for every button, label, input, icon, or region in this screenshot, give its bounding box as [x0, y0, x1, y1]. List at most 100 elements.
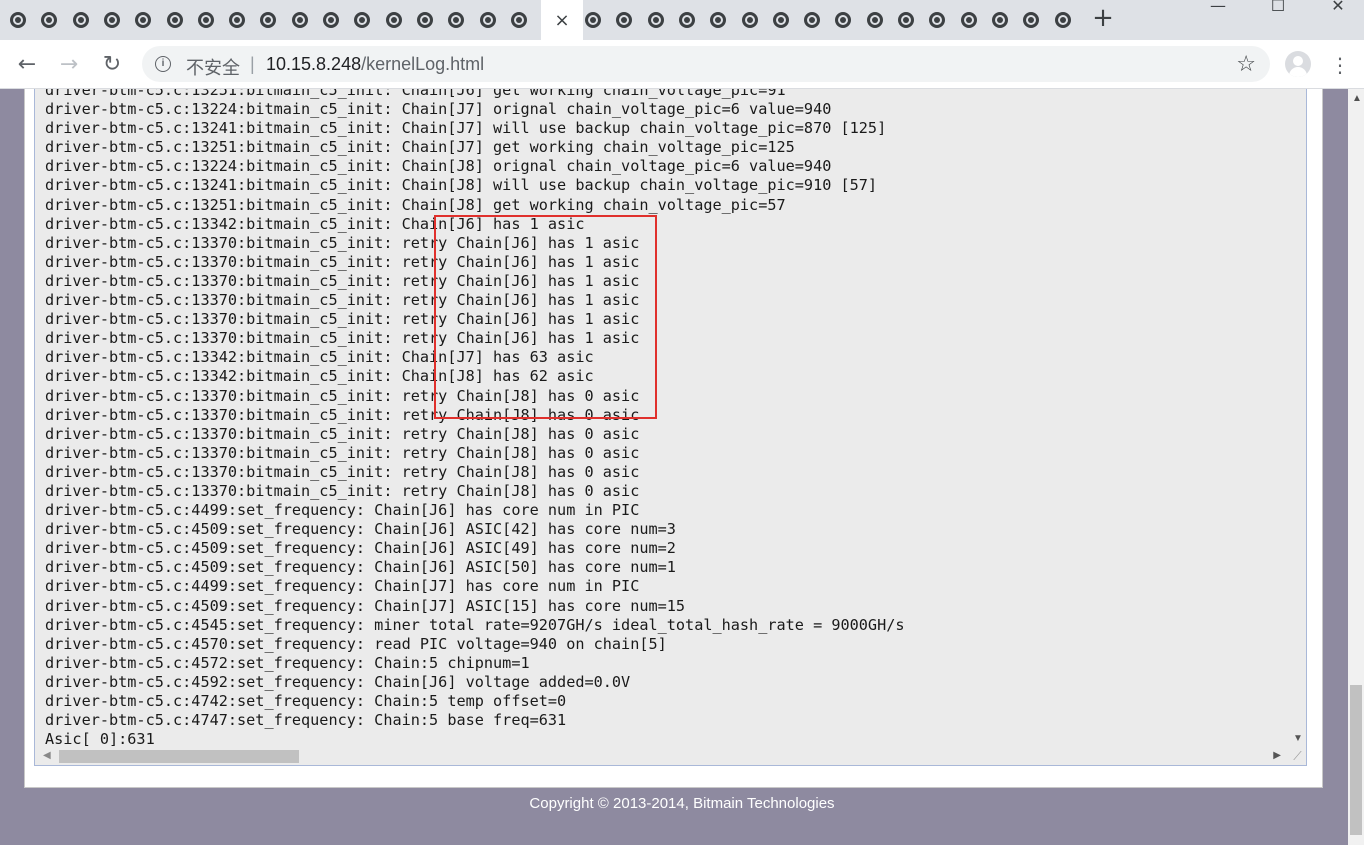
tab-inactive[interactable] [678, 0, 695, 40]
tab-favicon-icon [72, 12, 89, 28]
tab-favicon-icon [898, 12, 914, 28]
new-tab-button[interactable]: + [1091, 4, 1115, 32]
log-line: driver-btm-c5.c:4742:set_frequency: Chai… [45, 692, 567, 710]
tab-inactive[interactable] [385, 0, 402, 40]
tab-favicon-icon [710, 12, 727, 28]
tab-favicon-icon [166, 12, 183, 28]
tab-inactive[interactable] [354, 0, 371, 40]
tab-inactive[interactable] [260, 0, 277, 40]
tab-inactive[interactable] [510, 0, 527, 40]
tab-inactive[interactable] [479, 0, 496, 40]
tab-favicon-icon [260, 12, 277, 28]
tab-inactive[interactable] [585, 0, 601, 40]
tab-inactive[interactable] [929, 0, 946, 40]
tab-inactive[interactable] [291, 0, 308, 40]
separator: | [250, 54, 255, 74]
content-panel: driver-btm-c5.c:13251:bitmain_c5_init: C… [24, 89, 1323, 788]
tab-favicon-icon [323, 12, 339, 28]
tab-active[interactable]: × [541, 0, 583, 40]
kernel-log-text: driver-btm-c5.c:13251:bitmain_c5_init: C… [45, 89, 905, 749]
tab-favicon-icon [385, 12, 402, 28]
page-vertical-scrollbar[interactable]: ▲ [1348, 89, 1364, 845]
tab-favicon-icon [678, 12, 695, 28]
tab-inactive[interactable] [741, 0, 758, 40]
tab-inactive[interactable] [710, 0, 727, 40]
minimize-button[interactable]: — [1196, 0, 1240, 18]
tab-favicon-icon [1054, 12, 1071, 28]
tab-favicon-icon [416, 12, 433, 28]
tab-favicon-icon [354, 12, 371, 28]
back-button[interactable]: ← [14, 52, 40, 78]
scroll-right-arrow-icon[interactable]: ▶ [1273, 750, 1281, 761]
bookmark-star-icon[interactable]: ☆ [1236, 52, 1256, 77]
log-horizontal-scrollbar[interactable]: ◀ ▶ [35, 748, 1289, 765]
info-icon[interactable]: i [155, 56, 171, 72]
tab-favicon-icon [804, 12, 821, 28]
log-line: driver-btm-c5.c:13370:bitmain_c5_init: r… [45, 424, 640, 443]
log-line: driver-btm-c5.c:4545:set_frequency: mine… [45, 615, 905, 634]
log-line: driver-btm-c5.c:13370:bitmain_c5_init: r… [45, 462, 640, 481]
tab-favicon-icon [960, 12, 977, 28]
close-tab-icon[interactable]: × [554, 10, 569, 31]
profile-avatar-icon[interactable] [1285, 51, 1311, 77]
tab-inactive[interactable] [416, 0, 433, 40]
reload-button[interactable]: ↻ [99, 52, 125, 78]
url-text[interactable]: 10.15.8.248/kernelLog.html [266, 54, 484, 75]
scroll-left-arrow-icon[interactable]: ◀ [43, 750, 51, 761]
resize-grip-icon[interactable]: ⟋ [1289, 748, 1306, 765]
log-line: driver-btm-c5.c:13241:bitmain_c5_init: C… [45, 119, 887, 138]
log-line: driver-btm-c5.c:13251:bitmain_c5_init: C… [45, 89, 786, 99]
tab-inactive[interactable] [10, 0, 26, 40]
tab-inactive[interactable] [772, 0, 789, 40]
log-line: driver-btm-c5.c:13251:bitmain_c5_init: C… [45, 195, 786, 214]
tab-inactive[interactable] [835, 0, 852, 40]
log-line: driver-btm-c5.c:4499:set_frequency: Chai… [45, 577, 640, 596]
log-line: driver-btm-c5.c:13224:bitmain_c5_init: C… [45, 157, 832, 176]
tab-inactive[interactable] [991, 0, 1008, 40]
tab-inactive[interactable] [1023, 0, 1040, 40]
log-line: driver-btm-c5.c:13251:bitmain_c5_init: C… [45, 138, 795, 157]
log-vertical-scrollbar[interactable]: ▼ [1289, 89, 1306, 748]
highlight-annotation-box [434, 215, 657, 419]
scroll-thumb[interactable] [59, 750, 299, 763]
forward-button[interactable]: → [56, 52, 82, 78]
log-line: driver-btm-c5.c:4509:set_frequency: Chai… [45, 558, 676, 577]
log-line: driver-btm-c5.c:4499:set_frequency: Chai… [45, 501, 640, 520]
tab-favicon-icon [991, 12, 1008, 28]
tab-favicon-icon [741, 12, 758, 28]
address-bar[interactable]: i 不安全 | 10.15.8.248/kernelLog.html ☆ [142, 46, 1270, 82]
tab-favicon-icon [772, 12, 789, 28]
window-close-button[interactable]: ✕ [1316, 0, 1360, 18]
tab-inactive[interactable] [804, 0, 821, 40]
tab-inactive[interactable] [960, 0, 977, 40]
maximize-button[interactable]: ☐ [1256, 0, 1300, 18]
tab-favicon-icon [10, 12, 26, 28]
tab-inactive[interactable] [866, 0, 883, 40]
scroll-down-arrow-icon[interactable]: ▼ [1293, 733, 1303, 744]
tab-inactive[interactable] [647, 0, 664, 40]
tab-inactive[interactable] [448, 0, 465, 40]
log-line: driver-btm-c5.c:4747:set_frequency: Chai… [45, 711, 567, 730]
tab-inactive[interactable] [323, 0, 339, 40]
tab-favicon-icon [585, 12, 601, 28]
page-scroll-thumb[interactable] [1350, 685, 1362, 835]
tab-inactive[interactable] [166, 0, 183, 40]
tab-inactive[interactable] [616, 0, 633, 40]
tab-inactive[interactable] [103, 0, 120, 40]
tab-inactive[interactable] [898, 0, 914, 40]
tab-inactive[interactable] [1054, 0, 1071, 40]
tab-inactive[interactable] [135, 0, 152, 40]
tab-inactive[interactable] [41, 0, 58, 40]
menu-icon[interactable]: ⋮ [1330, 52, 1350, 78]
tab-inactive[interactable] [197, 0, 214, 40]
tab-inactive[interactable] [229, 0, 246, 40]
kernel-log-textarea[interactable]: driver-btm-c5.c:13251:bitmain_c5_init: C… [34, 89, 1307, 766]
tab-favicon-icon [103, 12, 120, 28]
log-line: driver-btm-c5.c:4509:set_frequency: Chai… [45, 520, 676, 539]
tab-inactive[interactable] [72, 0, 89, 40]
log-line: driver-btm-c5.c:4572:set_frequency: Chai… [45, 653, 530, 672]
log-line: driver-btm-c5.c:13241:bitmain_c5_init: C… [45, 176, 878, 195]
security-label: 不安全 [186, 58, 240, 79]
tab-favicon-icon [1023, 12, 1040, 28]
scroll-up-arrow-icon[interactable]: ▲ [1352, 93, 1362, 104]
